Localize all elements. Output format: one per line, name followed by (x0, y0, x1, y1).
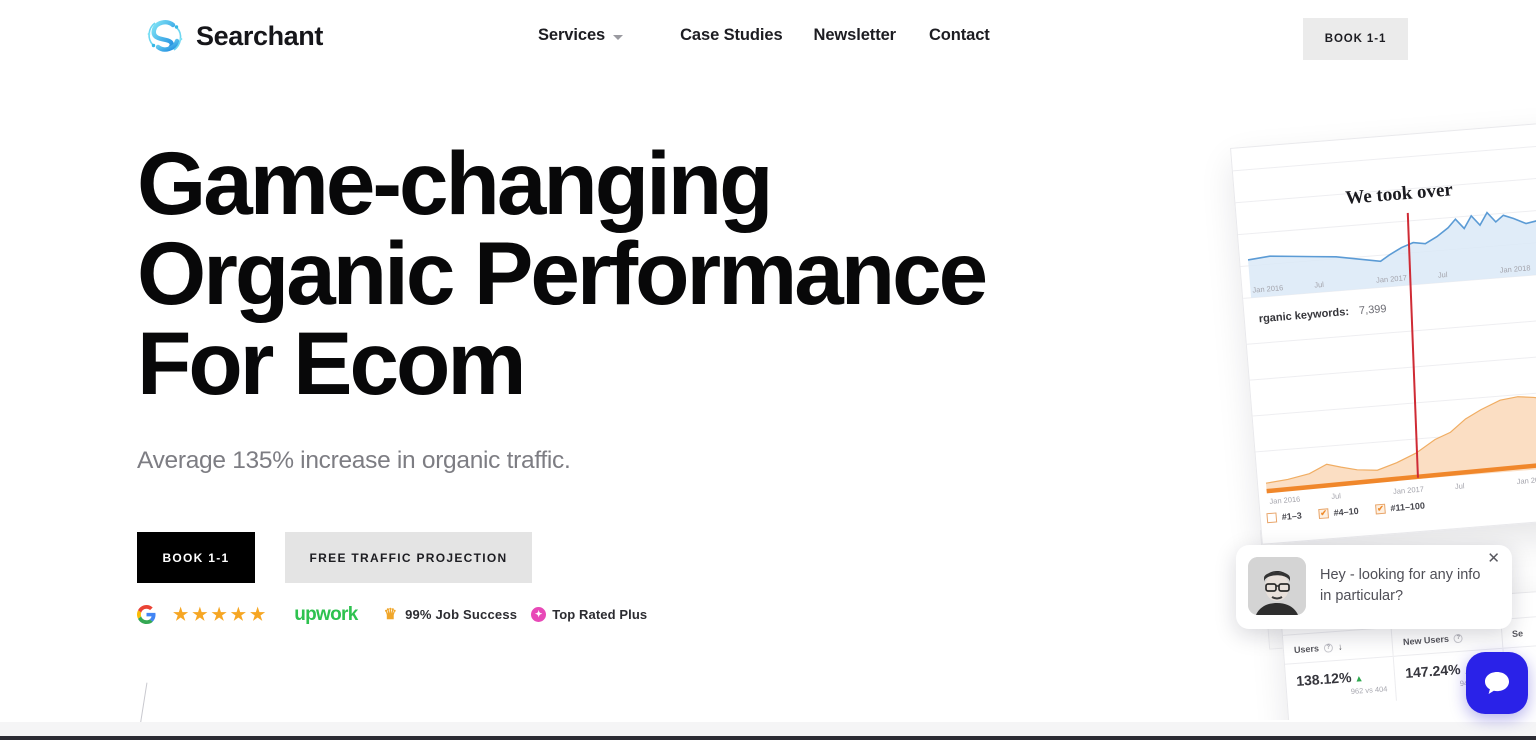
top-rated-plus-label: Top Rated Plus (552, 607, 648, 622)
star-icon: ★ (230, 605, 246, 624)
star-rating: ★ ★ ★ ★ ★ (173, 606, 265, 623)
trend-up-icon: ▲ (1354, 673, 1364, 684)
nav-item-contact[interactable]: Contact (929, 26, 990, 45)
info-icon: ? (1323, 642, 1334, 653)
table-cell-users: 138.12% ▲ 962 vs 404 (1285, 656, 1398, 709)
hero-book-button[interactable]: BOOK 1-1 (137, 532, 255, 583)
nav-item-contact-label: Contact (928, 26, 990, 44)
metric-pct: 147.24% (1404, 660, 1461, 681)
swirl-s-logo-icon (147, 20, 183, 52)
checkbox-checked-icon[interactable]: ✔ (1318, 508, 1330, 520)
chat-message-text: Hey - looking for any info in particular… (1320, 567, 1481, 604)
chat-greeting-bubble: Hey - looking for any info in particular… (1236, 545, 1512, 629)
site-header: Searchant Services Case Studies Newslett… (0, 0, 1536, 80)
organic-keywords-value: 7,399 (1358, 302, 1387, 318)
column-label: Se (1511, 628, 1524, 640)
chevron-down-icon (613, 34, 624, 40)
legend-label: #1–3 (1281, 510, 1303, 523)
page-bottom-rule (0, 736, 1536, 740)
crown-icon: ♛ (383, 606, 398, 623)
main-nav: Services Case Studies Newsletter Contact (538, 26, 990, 45)
star-icon: ★ (173, 605, 189, 624)
hero-title-line-2: Organic Performance (137, 223, 988, 323)
star-icon: ★ (192, 605, 208, 624)
star-icon: ★ (211, 605, 227, 624)
info-icon: ? (1453, 633, 1464, 643)
hero-cta-row: BOOK 1-1 FREE TRAFFIC PROJECTION (137, 532, 532, 583)
column-label: Users (1293, 643, 1320, 656)
nav-item-newsletter[interactable]: Newsletter (813, 26, 897, 45)
chat-launcher-button[interactable] (1466, 652, 1528, 714)
job-success-label: 99% Job Success (405, 607, 518, 622)
upwork-logo: upwork (294, 604, 358, 625)
seo-chart-card: We took over Jan 2016 Jul Jan 2017 Jul J… (1230, 113, 1536, 545)
chat-bubble-icon (1485, 672, 1509, 694)
page-bottom-band (0, 722, 1536, 736)
hero-subtitle: Average 135% increase in organic traffic… (137, 447, 571, 474)
hero-title-line-3: For Ecom (137, 313, 526, 413)
avatar-illustration (1248, 557, 1306, 615)
page-title: Game-changing Organic Performance For Ec… (137, 138, 1097, 408)
trust-badges: ★ ★ ★ ★ ★ upwork ♛ 99% Job Success ✦ Top… (137, 605, 647, 624)
legend-label: #4–10 (1333, 505, 1359, 518)
google-g-icon (137, 605, 156, 624)
nav-item-services[interactable]: Services (538, 26, 624, 45)
logo[interactable]: Searchant (143, 14, 323, 58)
nav-item-case-studies-label: Case Studies (680, 26, 783, 44)
checkbox-icon[interactable] (1266, 512, 1278, 524)
header-book-button[interactable]: BOOK 1-1 (1303, 18, 1408, 60)
star-icon: ★ (250, 605, 266, 624)
nav-item-case-studies[interactable]: Case Studies (680, 26, 783, 45)
checkbox-checked-icon[interactable]: ✔ (1375, 503, 1386, 515)
nav-item-services-label: Services (538, 26, 606, 44)
top-rated-plus-icon: ✦ (531, 607, 547, 622)
sort-down-icon: ↓ (1337, 641, 1343, 652)
agent-avatar (1248, 557, 1306, 615)
column-label: New Users (1402, 633, 1450, 648)
brand-name: Searchant (196, 20, 323, 51)
hero-title-line-1: Game-changing (137, 133, 774, 233)
hero-traffic-projection-button[interactable]: FREE TRAFFIC PROJECTION (285, 532, 532, 583)
close-icon[interactable]: ✕ (1487, 551, 1500, 566)
metric-pct: 138.12% (1295, 668, 1352, 689)
nav-item-newsletter-label: Newsletter (813, 26, 897, 44)
